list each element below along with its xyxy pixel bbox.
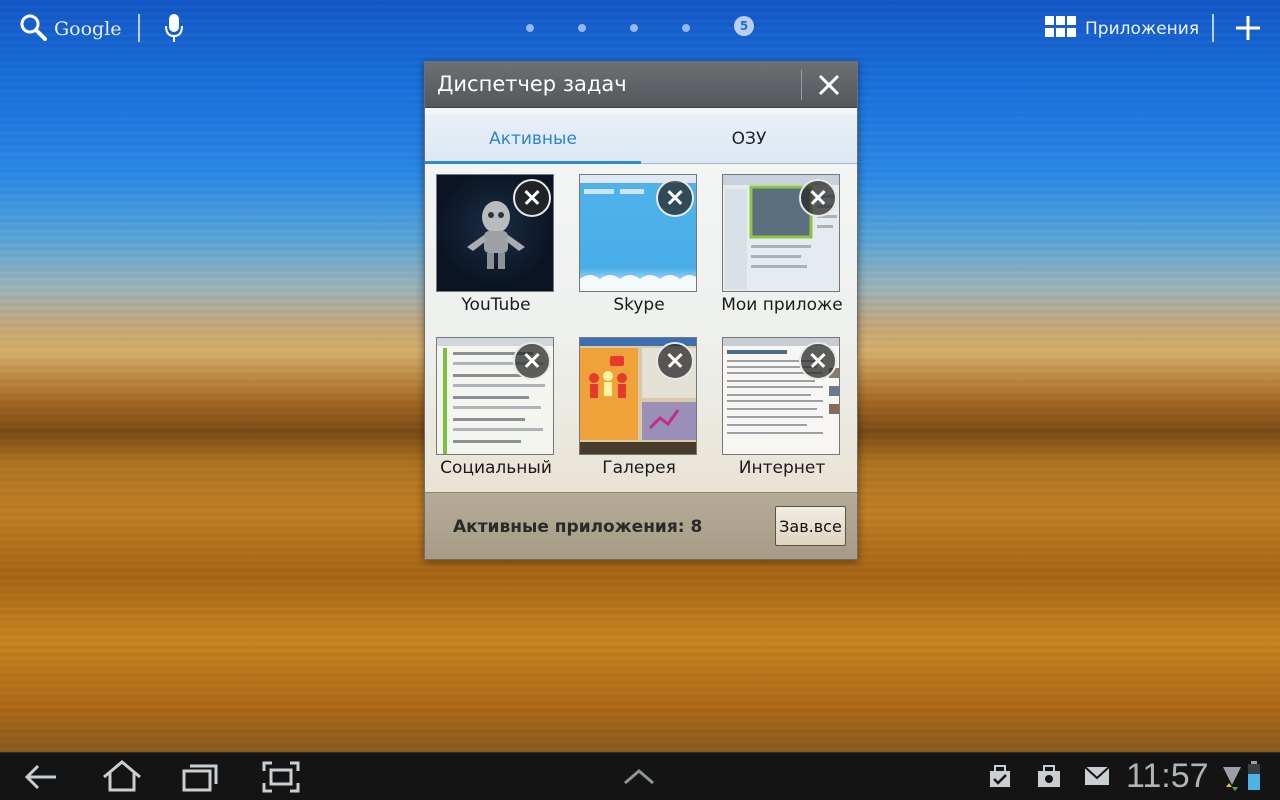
page-dot[interactable] <box>682 24 690 32</box>
divider <box>138 14 140 42</box>
tab-active-apps[interactable]: Активные <box>425 114 641 164</box>
google-search-label: Google <box>54 18 122 40</box>
task-done-icon[interactable] <box>988 763 1012 789</box>
page-dot[interactable] <box>526 24 534 32</box>
chevron-up-icon[interactable] <box>622 767 656 787</box>
dialog-close-button[interactable] <box>811 68 847 102</box>
voice-search-button[interactable] <box>163 12 185 48</box>
close-all-button[interactable]: Зав.все <box>775 506 846 546</box>
dialog-title: Диспетчер задач <box>437 72 627 96</box>
plus-icon <box>1232 16 1264 48</box>
apps-button[interactable]: Приложения <box>1045 16 1199 42</box>
close-app-icon[interactable] <box>513 342 551 380</box>
app-label: Интернет <box>738 458 826 478</box>
home-icon[interactable] <box>101 759 143 793</box>
close-icon <box>811 74 847 106</box>
close-app-icon[interactable] <box>513 179 551 217</box>
close-app-icon[interactable] <box>799 179 837 217</box>
home-top-bar: Google 5 Приложения <box>0 0 1280 56</box>
page-dot[interactable] <box>578 24 586 32</box>
app-label: Мои приложе <box>721 295 843 315</box>
app-thumbnail[interactable] <box>579 337 697 455</box>
app-thumbnail[interactable] <box>436 337 554 455</box>
app-thumbnail[interactable] <box>579 174 697 292</box>
tab-ram[interactable]: ОЗУ <box>641 114 857 164</box>
search-icon <box>18 12 48 46</box>
app-label: YouTube <box>461 295 531 315</box>
app-label: Skype <box>613 295 665 315</box>
divider <box>801 70 802 100</box>
recent-apps-icon[interactable] <box>181 761 219 793</box>
battery-icon[interactable] <box>1246 761 1262 791</box>
current-page-number[interactable]: 5 <box>734 16 754 36</box>
microphone-icon <box>163 14 185 48</box>
dialog-footer: Активные приложения: 8 Зав.все <box>425 492 857 559</box>
apps-label: Приложения <box>1085 19 1200 39</box>
dialog-header: Диспетчер задач <box>425 62 857 108</box>
clock[interactable]: 11:57 <box>1126 757 1209 796</box>
email-icon[interactable] <box>1084 765 1110 787</box>
app-label: Галерея <box>602 458 676 478</box>
task-manager-tabs: Активные ОЗУ <box>425 114 857 164</box>
apps-grid-icon <box>1045 16 1077 42</box>
app-label: Социальный <box>440 458 552 478</box>
task-manager-dialog: Диспетчер задач Активные ОЗУ YouTube Sky… <box>424 61 858 560</box>
screenshot-icon[interactable] <box>262 761 300 793</box>
active-apps-count: Активные приложения: 8 <box>453 517 703 537</box>
home-page-indicator: 5 <box>526 16 754 36</box>
app-thumbnail[interactable] <box>722 174 840 292</box>
market-bag-icon[interactable] <box>1036 763 1062 789</box>
close-app-icon[interactable] <box>656 342 694 380</box>
wifi-signal-icon[interactable] <box>1222 763 1242 791</box>
add-widget-button[interactable] <box>1232 12 1264 44</box>
system-bar: 11:57 <box>0 752 1280 800</box>
google-search-widget[interactable]: Google <box>18 12 122 46</box>
page-dot[interactable] <box>630 24 638 32</box>
back-icon[interactable] <box>22 761 58 793</box>
app-thumbnail[interactable] <box>722 337 840 455</box>
app-thumbnail[interactable] <box>436 174 554 292</box>
close-app-icon[interactable] <box>799 342 837 380</box>
divider <box>1212 14 1214 42</box>
close-app-icon[interactable] <box>656 179 694 217</box>
